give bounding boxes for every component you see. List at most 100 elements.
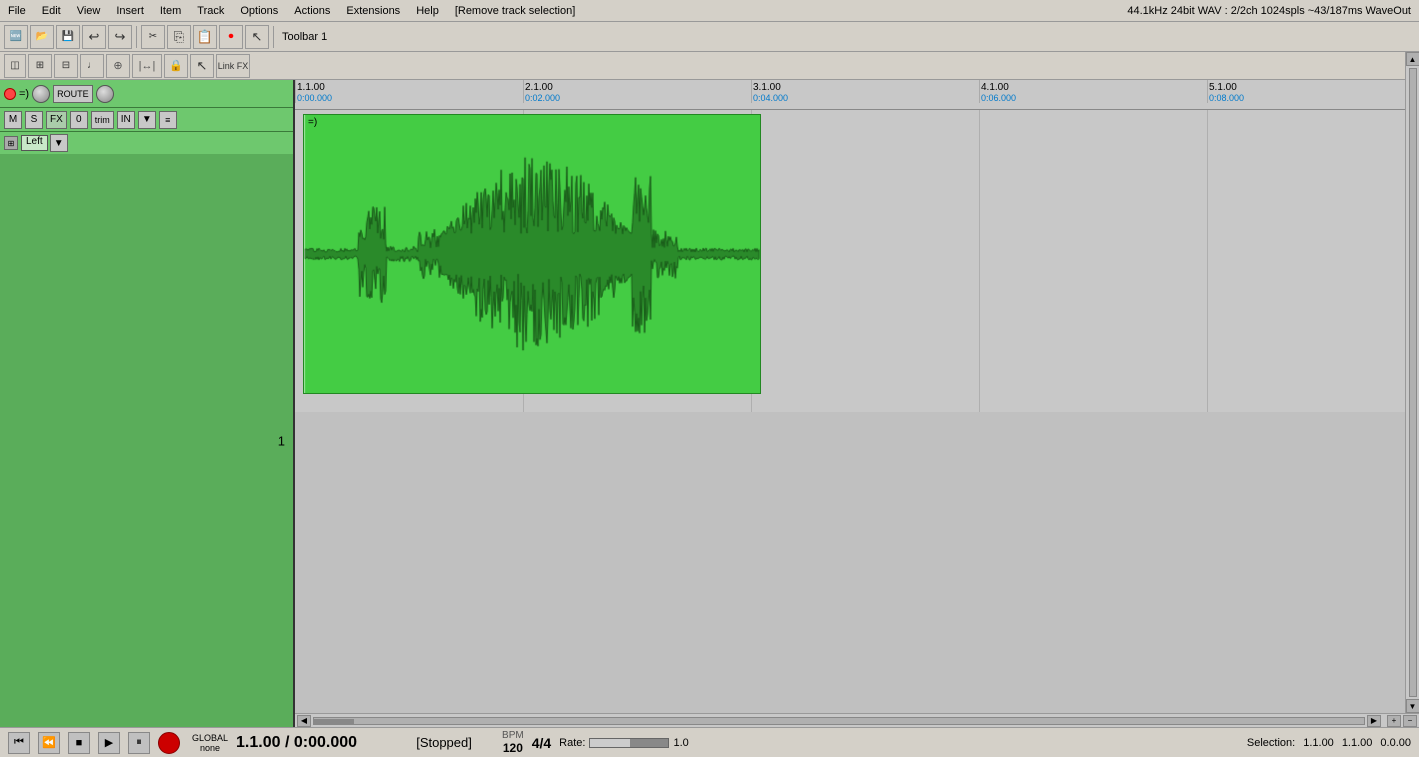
- skip-start-button[interactable]: ⏮: [8, 732, 30, 754]
- rate-value: 1.0: [673, 737, 688, 749]
- track-pan-knob[interactable]: [96, 85, 114, 103]
- copy-button[interactable]: ⎘: [167, 25, 191, 49]
- grid-line: [979, 110, 980, 412]
- snap2-button[interactable]: ⊞: [28, 54, 52, 78]
- pause-button[interactable]: ⏸: [128, 732, 150, 754]
- channel-selector[interactable]: Left: [21, 135, 48, 151]
- toolbar-label: Toolbar 1: [278, 31, 331, 43]
- menu-help[interactable]: Help: [408, 3, 447, 19]
- fx-button[interactable]: FX: [46, 111, 67, 129]
- toolbar-separator2: [273, 26, 274, 48]
- menu-track[interactable]: Track: [189, 3, 232, 19]
- track-volume-knob[interactable]: [32, 85, 50, 103]
- channel-dropdown[interactable]: ▼: [50, 134, 68, 152]
- track-number: 1: [278, 433, 285, 448]
- time-signature[interactable]: 4/4: [532, 735, 551, 751]
- rewind-button[interactable]: ⏪: [38, 732, 60, 754]
- scroll-thumb[interactable]: [314, 719, 354, 725]
- scroll-down-button[interactable]: ▼: [1406, 699, 1419, 713]
- remove-track-selection-hint: [Remove track selection]: [447, 3, 583, 19]
- zoom-in-h-button[interactable]: +: [1387, 715, 1401, 727]
- vscroll-track[interactable]: [1409, 68, 1417, 697]
- ruler-mark: 3.1.000:04.000: [751, 80, 788, 103]
- selection-label: Selection:: [1247, 737, 1295, 749]
- play-button[interactable]: ▶: [98, 732, 120, 754]
- ruler-line: [751, 80, 752, 103]
- track-route-button[interactable]: ROUTE: [53, 85, 93, 103]
- track-name: =): [19, 88, 29, 100]
- empty-tracks-area[interactable]: [295, 412, 1419, 714]
- menu-bar: File Edit View Insert Item Track Options…: [0, 0, 1419, 22]
- bpm-area: BPM 120: [502, 730, 524, 755]
- menu-extensions[interactable]: Extensions: [338, 3, 408, 19]
- open-button[interactable]: 📂: [30, 25, 54, 49]
- grid-line: [1207, 110, 1208, 412]
- ruler-mark: 1.1.000:00.000: [295, 80, 332, 103]
- record-button[interactable]: [158, 732, 180, 754]
- ruler-inner: 1.1.000:00.000 2.1.000:02.000 3.1.000:04.0…: [295, 80, 1419, 109]
- sel-len: 0.0.00: [1380, 737, 1411, 749]
- undo-button[interactable]: ↩: [82, 25, 106, 49]
- track-channel-row: ⊞ Left ▼: [0, 132, 293, 154]
- zoom-out-h-button[interactable]: −: [1403, 715, 1417, 727]
- zoom-out-button[interactable]: |↔|: [132, 54, 162, 78]
- scroll-track[interactable]: [313, 717, 1365, 725]
- menu-options[interactable]: Options: [232, 3, 286, 19]
- in-button[interactable]: IN: [117, 111, 135, 129]
- vertical-scrollbar: ▲ ▼: [1405, 52, 1419, 713]
- cut-button[interactable]: ✂: [141, 25, 165, 49]
- menu-file[interactable]: File: [0, 3, 34, 19]
- scroll-up-button[interactable]: ▲: [1406, 52, 1419, 66]
- global-area: GLOBAL none: [192, 733, 228, 753]
- record-button[interactable]: ⏺: [219, 25, 243, 49]
- ruler-line: [295, 80, 296, 103]
- save-button[interactable]: 💾: [56, 25, 80, 49]
- rate-slider[interactable]: [589, 738, 669, 748]
- link-button[interactable]: Link FX: [216, 54, 250, 78]
- solo-button[interactable]: S: [25, 111, 43, 129]
- track-controls: M S FX 0 trim IN ▼ ≡: [0, 108, 293, 132]
- none-label: none: [200, 743, 220, 753]
- loop-button[interactable]: ⊟: [54, 54, 78, 78]
- cursor-button[interactable]: ↖: [245, 25, 269, 49]
- bpm-label: BPM: [502, 730, 524, 741]
- scroll-right-button[interactable]: ▶: [1367, 715, 1381, 727]
- new-button[interactable]: 🆕: [4, 25, 28, 49]
- arrange-tracks[interactable]: =): [295, 110, 1419, 412]
- rate-label: Rate:: [559, 737, 585, 749]
- stop-button[interactable]: ■: [68, 732, 90, 754]
- timeline-ruler[interactable]: 1.1.000:00.000 2.1.000:02.000 3.1.000:04.0…: [295, 80, 1419, 110]
- menu-actions[interactable]: Actions: [286, 3, 338, 19]
- trim-button[interactable]: trim: [91, 111, 114, 129]
- in-dropdown[interactable]: ▼: [138, 111, 156, 129]
- menu-edit[interactable]: Edit: [34, 3, 69, 19]
- ruler-mark: 2.1.000:02.000: [523, 80, 560, 103]
- menu-insert[interactable]: Insert: [108, 3, 152, 19]
- sel-end: 1.1.00: [1342, 737, 1373, 749]
- zero-button[interactable]: 0: [70, 111, 88, 129]
- audio-clip[interactable]: =): [303, 114, 761, 394]
- track-header: =) ROUTE: [0, 80, 293, 108]
- track-led[interactable]: [4, 88, 16, 100]
- global-label: GLOBAL: [192, 733, 228, 743]
- waveform-canvas: [304, 115, 760, 393]
- rate-bar-fill: [590, 739, 630, 747]
- menu-item[interactable]: Item: [152, 3, 189, 19]
- scroll-left-button[interactable]: ◀: [297, 715, 311, 727]
- arrow-button[interactable]: ↖: [190, 54, 214, 78]
- mute-button[interactable]: M: [4, 111, 22, 129]
- metronome-button[interactable]: ♩: [80, 54, 104, 78]
- menu-view[interactable]: View: [69, 3, 109, 19]
- paste-button[interactable]: 📋: [193, 25, 217, 49]
- redo-button[interactable]: ↪: [108, 25, 132, 49]
- snap-button[interactable]: ◫: [4, 54, 26, 78]
- lock-button[interactable]: 🔒: [164, 54, 188, 78]
- zoom-in-button[interactable]: ⊕: [106, 54, 130, 78]
- sel-start: 1.1.00: [1303, 737, 1334, 749]
- audio-status: 44.1kHz 24bit WAV : 2/2ch 1024spls ~43/1…: [1127, 5, 1419, 17]
- ruler-line: [979, 80, 980, 103]
- env-button[interactable]: ≡: [159, 111, 177, 129]
- bpm-value[interactable]: 120: [503, 741, 523, 755]
- ruler-mark: 4.1.000:06.000: [979, 80, 1016, 103]
- ruler-mark: 5.1.000:08.000: [1207, 80, 1244, 103]
